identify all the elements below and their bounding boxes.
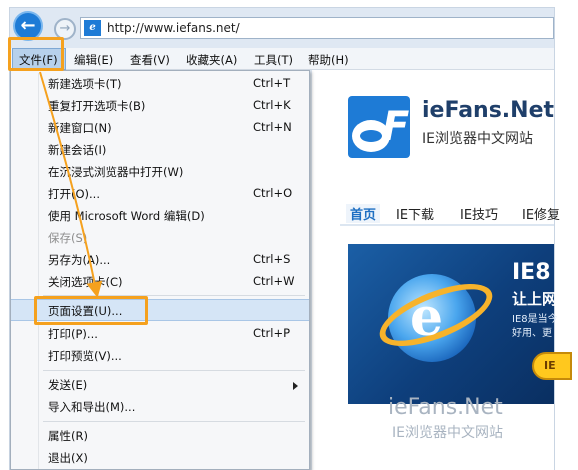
menu-separator bbox=[43, 370, 305, 371]
menu-item-shortcut: Ctrl+S bbox=[253, 252, 291, 266]
menu-item-label: 保存(S) bbox=[48, 231, 88, 245]
banner-text-line-1: IE8是当今 bbox=[512, 314, 558, 325]
site-navigation: 首页 IE下载 IE技巧 IE修复 bbox=[340, 196, 560, 226]
back-arrow-icon: ← bbox=[20, 15, 36, 36]
forward-arrow-icon: → bbox=[59, 21, 71, 36]
menu-item-label: 关闭选项卡(C) bbox=[48, 275, 123, 289]
banner-text-line-2: 好用、更 bbox=[512, 328, 552, 339]
menu-edit[interactable]: 编辑(E) bbox=[74, 52, 113, 68]
menu-item-close-tab[interactable]: 关闭选项卡(C) Ctrl+W bbox=[11, 271, 309, 293]
menu-item-properties[interactable]: 属性(R) bbox=[11, 425, 309, 447]
menu-item-open[interactable]: 打开(O)... Ctrl+O bbox=[11, 183, 309, 205]
menu-item-label: 使用 Microsoft Word 编辑(D) bbox=[48, 209, 205, 223]
menu-item-label: 新建窗口(N) bbox=[48, 121, 112, 135]
banner-button[interactable]: IE bbox=[532, 352, 572, 380]
ie-logo-icon: e bbox=[410, 287, 444, 348]
menu-item-shortcut: Ctrl+T bbox=[253, 76, 291, 90]
site-nav-download[interactable]: IE下载 bbox=[396, 204, 434, 223]
menu-item-edit-word[interactable]: 使用 Microsoft Word 编辑(D) bbox=[11, 205, 309, 227]
watermark-site-subtitle: IE浏览器中文网站 bbox=[392, 425, 503, 441]
highlight-box-page-setup bbox=[34, 296, 148, 325]
menu-item-label: 打开(O)... bbox=[48, 187, 100, 201]
site-nav-tips[interactable]: IE技巧 bbox=[460, 204, 498, 223]
submenu-arrow-icon bbox=[293, 382, 298, 390]
logo-e-inner bbox=[360, 130, 382, 142]
file-menu-dropdown: 新建选项卡(T) Ctrl+T 重复打开选项卡(B) Ctrl+K 新建窗口(N… bbox=[10, 70, 310, 470]
site-nav-repair[interactable]: IE修复 bbox=[522, 204, 560, 223]
menu-item-label: 属性(R) bbox=[48, 429, 88, 443]
menu-item-label: 在沉浸式浏览器中打开(W) bbox=[48, 165, 184, 179]
banner-title: IE8 I bbox=[512, 260, 567, 285]
menu-item-label: 打印(P)... bbox=[48, 327, 98, 341]
menu-item-label: 新建选项卡(T) bbox=[48, 77, 122, 91]
site-favicon-icon: e bbox=[84, 20, 101, 36]
menu-item-shortcut: Ctrl+N bbox=[253, 120, 292, 134]
menu-item-label: 另存为(A)... bbox=[48, 253, 111, 267]
site-name: ieFans.Net bbox=[422, 98, 555, 123]
navigation-bar: ← → e http://www.iefans.net/ bbox=[10, 8, 554, 44]
menu-item-shortcut: Ctrl+K bbox=[253, 98, 291, 112]
menu-bar: 文件(F) 编辑(E) 查看(V) 收藏夹(A) 工具(T) 帮助(H) bbox=[10, 48, 554, 70]
address-bar[interactable]: e http://www.iefans.net/ bbox=[80, 17, 554, 39]
menu-item-label: 发送(E) bbox=[48, 378, 88, 392]
menu-item-save-as[interactable]: 另存为(A)... Ctrl+S bbox=[11, 249, 309, 271]
menu-item-label: 新建会话(I) bbox=[48, 143, 107, 157]
menu-item-import-export[interactable]: 导入和导出(M)... bbox=[11, 396, 309, 418]
menu-item-label: 打印预览(V)... bbox=[48, 349, 122, 363]
menu-item-label: 退出(X) bbox=[48, 451, 88, 465]
menu-view[interactable]: 查看(V) bbox=[130, 52, 170, 68]
menu-item-new-session[interactable]: 新建会话(I) bbox=[11, 139, 309, 161]
logo-letter: F bbox=[382, 104, 410, 150]
ie8-banner[interactable]: e IE8 I 让上网 IE8是当今 好用、更 IE bbox=[348, 244, 572, 404]
url-text[interactable]: http://www.iefans.net/ bbox=[107, 21, 240, 35]
menu-item-shortcut: Ctrl+O bbox=[253, 186, 293, 200]
menu-item-label: 重复打开选项卡(B) bbox=[48, 99, 146, 113]
menu-item-print-preview[interactable]: 打印预览(V)... bbox=[11, 345, 309, 367]
site-nav-home[interactable]: 首页 bbox=[346, 204, 381, 223]
menu-item-send[interactable]: 发送(E) bbox=[11, 374, 309, 396]
menu-tools[interactable]: 工具(T) bbox=[254, 52, 293, 68]
menu-item-new-tab[interactable]: 新建选项卡(T) Ctrl+T bbox=[11, 73, 309, 95]
site-subtitle: IE浏览器中文网站 bbox=[422, 131, 533, 147]
banner-subtitle: 让上网 bbox=[512, 290, 558, 308]
watermark-site-name: ieFans.Net bbox=[388, 395, 503, 420]
menu-item-exit[interactable]: 退出(X) bbox=[11, 447, 309, 469]
menu-item-label: 导入和导出(M)... bbox=[48, 400, 136, 414]
menu-favorites[interactable]: 收藏夹(A) bbox=[186, 52, 237, 68]
menu-item-open-immersive[interactable]: 在沉浸式浏览器中打开(W) bbox=[11, 161, 309, 183]
menu-help[interactable]: 帮助(H) bbox=[308, 52, 349, 68]
menu-item-save: 保存(S) bbox=[11, 227, 309, 249]
menu-item-new-window[interactable]: 新建窗口(N) Ctrl+N bbox=[11, 117, 309, 139]
menu-item-shortcut: Ctrl+P bbox=[253, 326, 291, 340]
menu-separator bbox=[43, 421, 305, 422]
highlight-box-file-menu bbox=[8, 37, 64, 71]
site-logo[interactable]: F bbox=[348, 96, 410, 158]
menu-item-shortcut: Ctrl+W bbox=[253, 274, 295, 288]
menu-item-print[interactable]: 打印(P)... Ctrl+P bbox=[11, 323, 309, 345]
menu-item-duplicate-tab[interactable]: 重复打开选项卡(B) Ctrl+K bbox=[11, 95, 309, 117]
